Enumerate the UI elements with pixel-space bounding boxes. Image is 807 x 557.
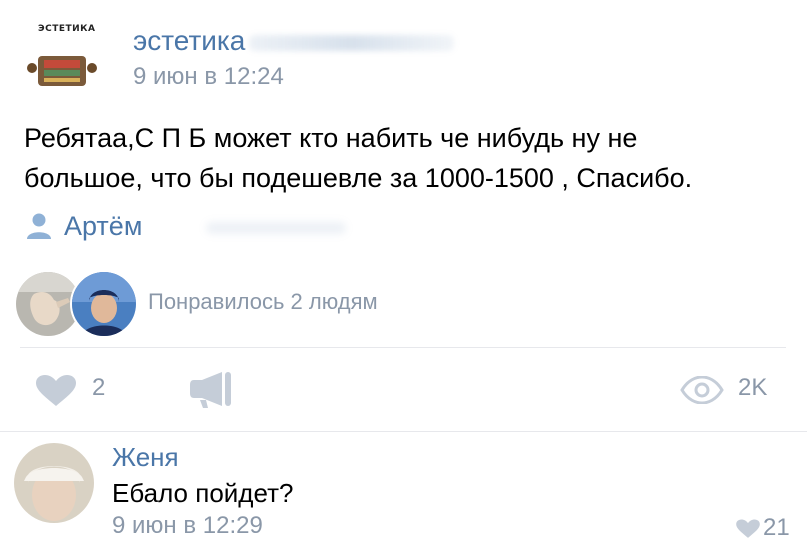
post-text-line: Ребятаа,С П Б может кто набить че нибудь… (24, 123, 638, 153)
eye-icon (680, 375, 724, 409)
post-text: Ребятаа,С П Б может кто набить че нибудь… (24, 118, 794, 198)
group-name-label: эстетика (133, 25, 246, 56)
signer-name[interactable]: Артём (64, 211, 142, 242)
blurred-region (249, 34, 455, 51)
post-text-line: большое, что бы подешевле за 1000-1500 ,… (24, 163, 693, 193)
commenter-avatar[interactable] (14, 443, 94, 523)
likes-summary[interactable]: Понравилось 2 людям (148, 289, 378, 315)
share-button[interactable] (188, 370, 234, 410)
comment-date[interactable]: 9 июн в 12:29 (112, 512, 263, 540)
group-avatar[interactable]: ЭСТЕТИКА (18, 16, 106, 104)
heart-icon (34, 374, 78, 413)
views-counter: 2K (680, 372, 780, 408)
comment-like-count: 21 (763, 514, 790, 541)
comment-author[interactable]: Женя (112, 442, 179, 473)
heart-icon (735, 518, 761, 545)
liker-avatar[interactable] (70, 270, 138, 338)
megaphone-icon (188, 372, 234, 414)
person-icon (26, 212, 52, 240)
post-date[interactable]: 9 июн в 12:24 (133, 63, 284, 91)
blurred-region (206, 222, 346, 234)
views-count: 2K (738, 374, 768, 401)
divider (0, 431, 807, 432)
group-name[interactable]: эстетика (133, 25, 455, 57)
like-button[interactable]: 2 (34, 372, 118, 408)
divider (20, 347, 786, 348)
like-count: 2 (92, 374, 106, 401)
group-avatar-text: ЭСТЕТИКА (38, 24, 96, 34)
comment-like-button[interactable]: 21 (735, 514, 795, 544)
comment-text: Ебало пойдет? (112, 478, 294, 508)
